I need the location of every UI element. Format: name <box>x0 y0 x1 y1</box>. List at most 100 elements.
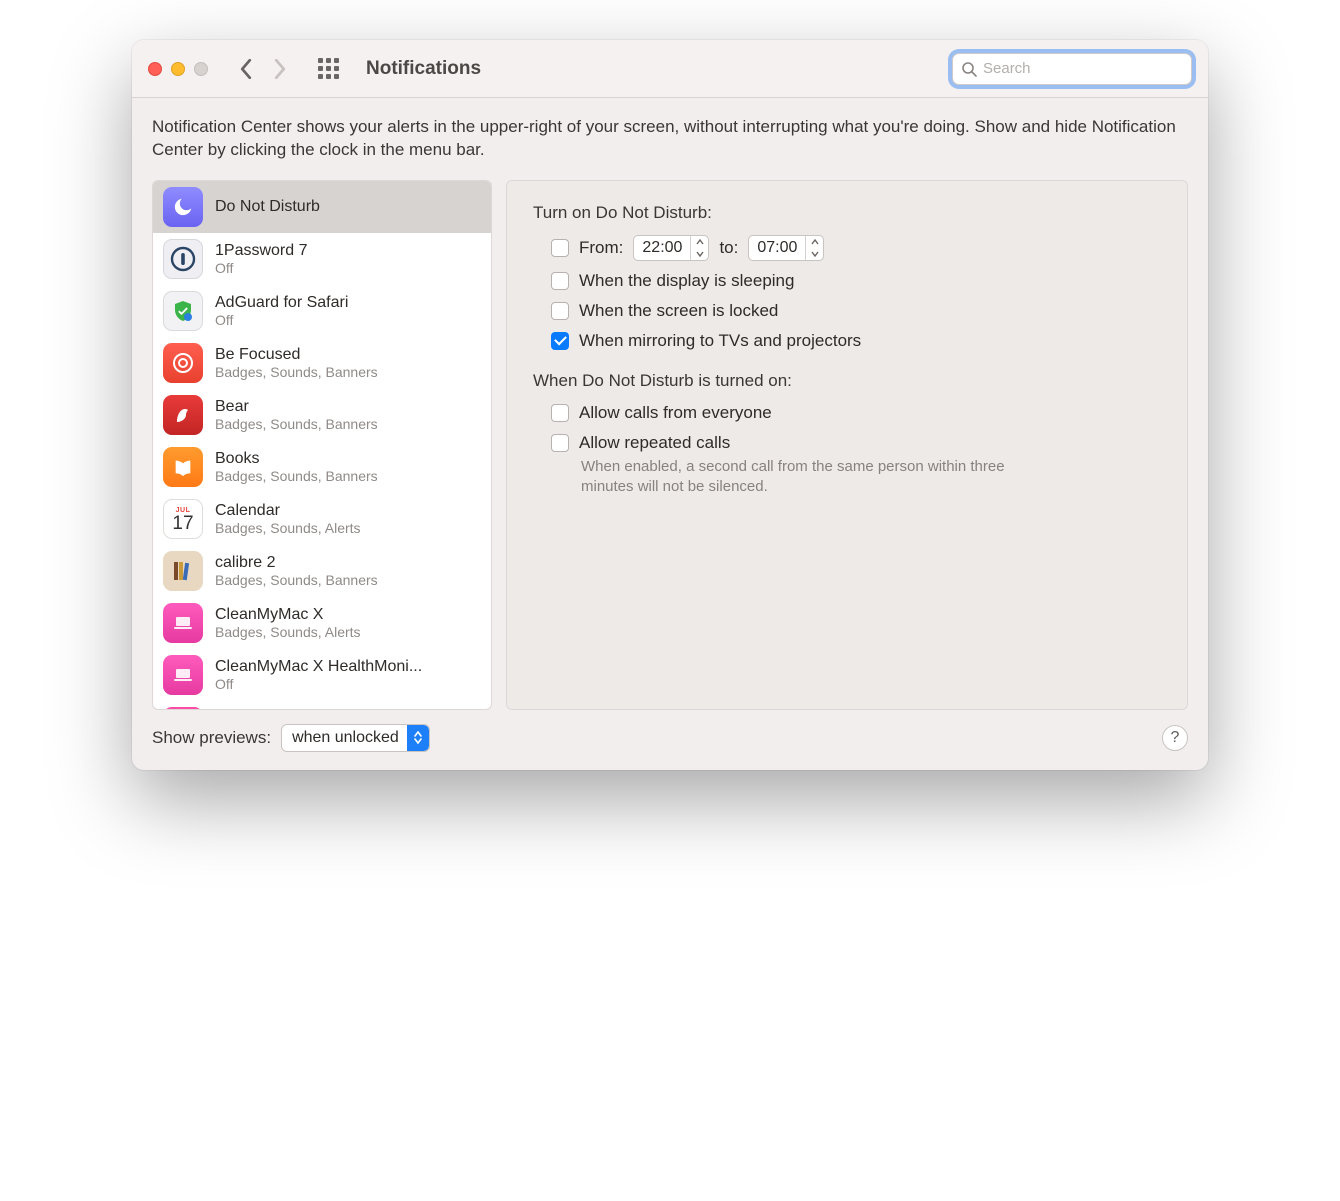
sidebar-item-label: 1Password 7 <box>215 241 308 260</box>
sidebar-item-bear[interactable]: Bear Badges, Sounds, Banners <box>153 389 491 441</box>
chevron-up-icon[interactable] <box>806 236 823 248</box>
sidebar-item-subtitle: Off <box>215 312 348 329</box>
sidebar-item-label: Be Focused <box>215 345 378 364</box>
app-icon <box>163 291 203 331</box>
forward-icon[interactable] <box>272 59 288 79</box>
from-to-row: From: 22:00 to: 07:00 <box>551 235 1161 261</box>
to-time-value: 07:00 <box>749 239 805 257</box>
close-window-button[interactable] <box>148 62 162 76</box>
back-icon[interactable] <box>238 59 254 79</box>
help-button[interactable]: ? <box>1162 725 1188 751</box>
sidebar-item-label: CleanMyMac X HealthMoni... <box>215 657 422 676</box>
app-icon <box>163 551 203 591</box>
sidebar-item-label: Books <box>215 449 378 468</box>
show-previews-value: when unlocked <box>292 729 407 747</box>
from-checkbox[interactable] <box>551 239 569 257</box>
search-input[interactable] <box>983 60 1183 77</box>
screen-locked-label: When the screen is locked <box>579 301 778 321</box>
sidebar-item-subtitle: Badges, Sounds, Alerts <box>215 520 361 537</box>
sidebar-item-subtitle: Badges, Sounds, Banners <box>215 416 378 433</box>
from-label: From: <box>579 238 623 258</box>
sidebar-item-books[interactable]: Books Badges, Sounds, Banners <box>153 441 491 493</box>
zoom-window-button[interactable] <box>194 62 208 76</box>
sidebar-item-subtitle: Off <box>215 260 308 277</box>
chevron-down-icon[interactable] <box>691 248 708 260</box>
app-icon <box>163 395 203 435</box>
select-chevrons-icon <box>407 725 429 751</box>
app-icon <box>163 239 203 279</box>
search-icon <box>961 61 977 77</box>
description-text: Notification Center shows your alerts in… <box>152 116 1188 162</box>
window-controls <box>148 62 208 76</box>
allow-everyone-checkbox[interactable] <box>551 404 569 422</box>
nav-arrows <box>238 59 288 79</box>
sidebar-item-adguard[interactable]: AdGuard for Safari Off <box>153 285 491 337</box>
app-icon <box>163 343 203 383</box>
sidebar-item-label: Bear <box>215 397 378 416</box>
sidebar-item-clearvpn[interactable]: ClearVPN <box>153 701 491 710</box>
sidebar-item-do-not-disturb[interactable]: Do Not Disturb <box>153 181 491 233</box>
allow-everyone-row: Allow calls from everyone <box>551 403 1161 423</box>
moon-icon <box>163 187 203 227</box>
sidebar-item-label: Do Not Disturb <box>215 197 320 216</box>
sidebar-item-label: CleanMyMac X <box>215 605 361 624</box>
search-field[interactable] <box>952 53 1192 85</box>
allow-repeated-row: Allow repeated calls <box>551 433 1161 453</box>
sidebar-item-subtitle: Badges, Sounds, Banners <box>215 572 378 589</box>
sidebar-item-label: AdGuard for Safari <box>215 293 348 312</box>
sidebar-item-label: ClearVPN <box>215 707 286 710</box>
sidebar-item-label: Calendar <box>215 501 361 520</box>
sidebar-item-cleanmymac[interactable]: CleanMyMac X Badges, Sounds, Alerts <box>153 597 491 649</box>
allow-everyone-label: Allow calls from everyone <box>579 403 772 423</box>
sidebar-item-subtitle: Badges, Sounds, Banners <box>215 364 378 381</box>
app-icon <box>163 655 203 695</box>
titlebar: Notifications <box>132 40 1208 98</box>
sidebar-item-1password[interactable]: 1Password 7 Off <box>153 233 491 285</box>
sidebar-item-calibre[interactable]: calibre 2 Badges, Sounds, Banners <box>153 545 491 597</box>
show-previews-label: Show previews: <box>152 728 271 748</box>
sidebar-item-subtitle: Badges, Sounds, Banners <box>215 468 378 485</box>
window-title: Notifications <box>366 58 481 80</box>
detail-panel: Turn on Do Not Disturb: From: 22:00 to: … <box>506 180 1188 710</box>
repeated-calls-hint: When enabled, a second call from the sam… <box>581 457 1021 498</box>
preferences-window: Notifications Notification Center shows … <box>132 40 1208 770</box>
display-sleeping-label: When the display is sleeping <box>579 271 794 291</box>
sidebar-item-subtitle: Badges, Sounds, Alerts <box>215 624 361 641</box>
screen-locked-row: When the screen is locked <box>551 301 1161 321</box>
show-previews-select[interactable]: when unlocked <box>281 724 430 752</box>
chevron-up-icon[interactable] <box>691 236 708 248</box>
display-sleeping-checkbox[interactable] <box>551 272 569 290</box>
chevron-down-icon[interactable] <box>806 248 823 260</box>
sidebar-item-label: calibre 2 <box>215 553 378 572</box>
app-icon <box>163 603 203 643</box>
sidebar-item-subtitle: Off <box>215 676 422 693</box>
from-stepper[interactable] <box>690 236 708 260</box>
help-icon: ? <box>1171 729 1180 747</box>
display-sleeping-row: When the display is sleeping <box>551 271 1161 291</box>
from-time-value: 22:00 <box>634 239 690 257</box>
show-all-icon[interactable] <box>318 58 340 80</box>
minimize-window-button[interactable] <box>171 62 185 76</box>
turn-on-label: Turn on Do Not Disturb: <box>533 203 1161 223</box>
screen-locked-checkbox[interactable] <box>551 302 569 320</box>
cal-day: 17 <box>172 514 193 533</box>
to-stepper[interactable] <box>805 236 823 260</box>
mirroring-checkbox[interactable] <box>551 332 569 350</box>
content: Notification Center shows your alerts in… <box>132 98 1208 770</box>
app-icon: JUL 17 <box>163 499 203 539</box>
allow-repeated-label: Allow repeated calls <box>579 433 730 453</box>
turned-on-label: When Do Not Disturb is turned on: <box>533 371 1161 391</box>
to-time-field[interactable]: 07:00 <box>748 235 824 261</box>
app-list[interactable]: Do Not Disturb 1Password 7 Off <box>152 180 492 710</box>
to-label: to: <box>719 238 738 258</box>
sidebar-item-calendar[interactable]: JUL 17 Calendar Badges, Sounds, Alerts <box>153 493 491 545</box>
app-icon <box>163 707 203 710</box>
mirroring-row: When mirroring to TVs and projectors <box>551 331 1161 351</box>
sidebar-item-be-focused[interactable]: Be Focused Badges, Sounds, Banners <box>153 337 491 389</box>
from-time-field[interactable]: 22:00 <box>633 235 709 261</box>
sidebar-item-cleanmymac-health[interactable]: CleanMyMac X HealthMoni... Off <box>153 649 491 701</box>
footer: Show previews: when unlocked ? <box>152 710 1188 752</box>
allow-repeated-checkbox[interactable] <box>551 434 569 452</box>
app-icon <box>163 447 203 487</box>
mirroring-label: When mirroring to TVs and projectors <box>579 331 861 351</box>
